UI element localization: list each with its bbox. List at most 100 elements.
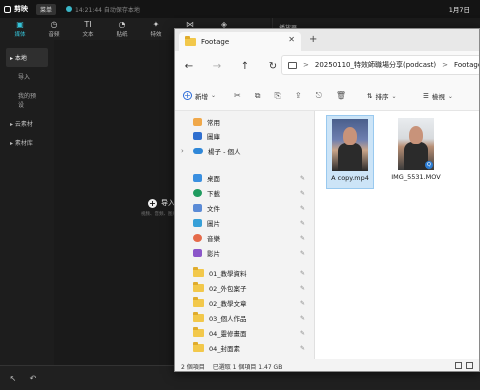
sticker-icon: ◔ — [118, 20, 126, 29]
pin-icon: ✎ — [299, 314, 305, 322]
forward-button[interactable]: → — [211, 61, 223, 72]
sidebar-item-label: 04_封面素 — [209, 345, 241, 353]
import-tab[interactable]: 导入 — [6, 67, 48, 86]
tool-label: 特效 — [150, 32, 162, 38]
select-tool-icon[interactable]: ↖ — [8, 374, 18, 383]
new-tab-button[interactable]: + — [309, 35, 317, 45]
autosave-icon — [66, 6, 73, 12]
sidebar-item-label: 文件 — [207, 205, 220, 213]
copy-icon[interactable]: ⧉ — [255, 91, 261, 101]
sidebar-item[interactable]: 圖庫 — [193, 131, 313, 141]
up-button[interactable]: ↑ — [239, 61, 251, 72]
computer-icon — [288, 61, 297, 69]
text-icon: TI — [84, 20, 92, 29]
chevron-down-icon: ⌄ — [211, 92, 217, 99]
sidebar-item[interactable]: 文件 ✎ — [193, 203, 313, 213]
sidebar-item-label: 圖片 — [207, 220, 220, 228]
pin-icon: ✎ — [299, 269, 305, 277]
editor-topbar: 剪映 菜单 14:21:44 自动保存本地 1月7日 — [0, 0, 480, 18]
details-view-icon[interactable] — [455, 362, 462, 369]
my-presets-tab[interactable]: 我的预设 — [6, 86, 48, 114]
menu-button[interactable]: 菜单 — [36, 3, 57, 15]
documents-icon — [193, 204, 202, 212]
pin-icon: ✎ — [299, 219, 305, 227]
sidebar-item[interactable]: 01_教學資料 ✎ — [193, 267, 313, 278]
pin-icon: ✎ — [299, 189, 305, 197]
pin-icon: ✎ — [299, 204, 305, 212]
capcut-logo-icon — [4, 5, 11, 13]
back-button[interactable]: ← — [183, 61, 195, 72]
sidebar-item-label: 03_個人作品 — [209, 315, 247, 323]
sidebar-item-label: 01_教學資料 — [209, 270, 247, 278]
sort-button[interactable]: ⇅ 排序 ⌄ — [367, 91, 396, 101]
pin-icon: ✎ — [299, 344, 305, 352]
library-tab[interactable]: ▸ 素材库 — [6, 133, 48, 152]
sort-label: 排序 — [375, 93, 389, 101]
file-item[interactable]: Q IMG_5531.MOV — [391, 115, 441, 189]
sidebar-item[interactable]: 音樂 ✎ — [193, 233, 313, 243]
address-bar[interactable]: > 20250110_特效師職場分享(podcast) > Footage — [281, 55, 479, 75]
view-icon: ☰ — [423, 92, 429, 100]
new-button[interactable]: + 新增 ⌄ — [183, 91, 216, 101]
import-button[interactable]: + 导入 — [148, 198, 175, 208]
sidebar-item[interactable]: › 楊子 - 個人 — [181, 146, 313, 156]
sidebar-item[interactable]: 04_靈修畫面 ✎ — [193, 327, 313, 338]
file-item[interactable]: A copy.mp4 — [326, 115, 374, 189]
folder-icon — [193, 312, 204, 322]
tool-label: 贴纸 — [116, 32, 128, 38]
share-icon[interactable]: ⎋ — [316, 91, 322, 101]
tool-label: 音频 — [48, 32, 60, 38]
sidebar-item[interactable]: 影片 ✎ — [193, 248, 313, 258]
app-name: 剪映 — [14, 5, 28, 13]
view-button[interactable]: ☰ 檢視 ⌄ — [423, 91, 453, 101]
rename-icon[interactable]: ⇪ — [295, 91, 302, 101]
refresh-button[interactable]: ↻ — [267, 61, 279, 72]
tab-footage[interactable]: Footage ✕ — [179, 32, 301, 51]
tool-audio[interactable]: ◷ 音频 — [42, 20, 66, 38]
desktop-icon — [193, 174, 202, 182]
sidebar-item[interactable]: 圖片 ✎ — [193, 218, 313, 228]
tool-media[interactable]: ▣ 媒体 — [8, 20, 32, 38]
plus-icon: + — [148, 198, 157, 208]
sidebar-item[interactable]: 03_個人作品 ✎ — [193, 312, 313, 323]
sidebar-item[interactable]: 下載 ✎ — [193, 188, 313, 198]
sidebar-item-label: 常用 — [207, 119, 220, 127]
sort-icon: ⇅ — [367, 92, 373, 100]
project-date: 1月7日 — [448, 6, 470, 14]
download-icon — [193, 189, 202, 197]
sidebar-item-label: 音樂 — [207, 235, 220, 243]
sidebar-item[interactable]: 常用 — [193, 117, 313, 127]
quicktime-icon: Q — [425, 161, 433, 169]
breadcrumb-footage[interactable]: Footage — [454, 61, 479, 69]
tool-sticker[interactable]: ◔ 贴纸 — [110, 20, 134, 38]
import-hint: 视频、音频、图片 — [141, 212, 177, 217]
sidebar-item[interactable]: 04_封面素 ✎ — [193, 342, 313, 353]
close-tab-icon[interactable]: ✕ — [288, 35, 295, 44]
cloud-tab[interactable]: ▸ 云素材 — [6, 114, 48, 133]
local-tab[interactable]: ▸ 本地 — [6, 48, 48, 67]
folder-icon — [193, 327, 204, 337]
pin-icon: ✎ — [299, 284, 305, 292]
sidebar-item[interactable]: 02_教學文章 ✎ — [193, 297, 313, 308]
paste-icon[interactable]: ⎘ — [274, 91, 280, 101]
tool-effects[interactable]: ✦ 特效 — [144, 20, 168, 38]
video-thumbnail: Q — [398, 118, 434, 170]
file-list: A copy.mp4 Q IMG_5531.MOV — [315, 111, 479, 359]
tiles-view-icon[interactable] — [466, 362, 473, 369]
tool-text[interactable]: TI 文本 — [76, 20, 100, 38]
new-label: 新增 — [195, 92, 208, 101]
file-name: IMG_5531.MOV — [391, 173, 441, 181]
delete-icon[interactable]: 🗑 — [336, 91, 346, 101]
autosave-status: 14:21:44 自动保存本地 — [66, 5, 140, 14]
expand-chevron-icon[interactable]: › — [181, 147, 184, 155]
view-label: 檢視 — [431, 93, 445, 101]
tool-label: 媒体 — [14, 32, 26, 38]
breadcrumb-project[interactable]: 20250110_特效師職場分享(podcast) — [315, 60, 436, 70]
sidebar-item[interactable]: 02_外包案子 ✎ — [193, 282, 313, 293]
plus-icon: + — [183, 91, 192, 100]
thumbnail-figure — [338, 143, 362, 171]
undo-icon[interactable]: ↶ — [28, 374, 38, 383]
sidebar-item[interactable]: 桌面 ✎ — [193, 173, 313, 183]
explorer-tabbar: Footage ✕ + — [175, 29, 479, 51]
cut-icon[interactable]: ✂ — [234, 91, 241, 101]
